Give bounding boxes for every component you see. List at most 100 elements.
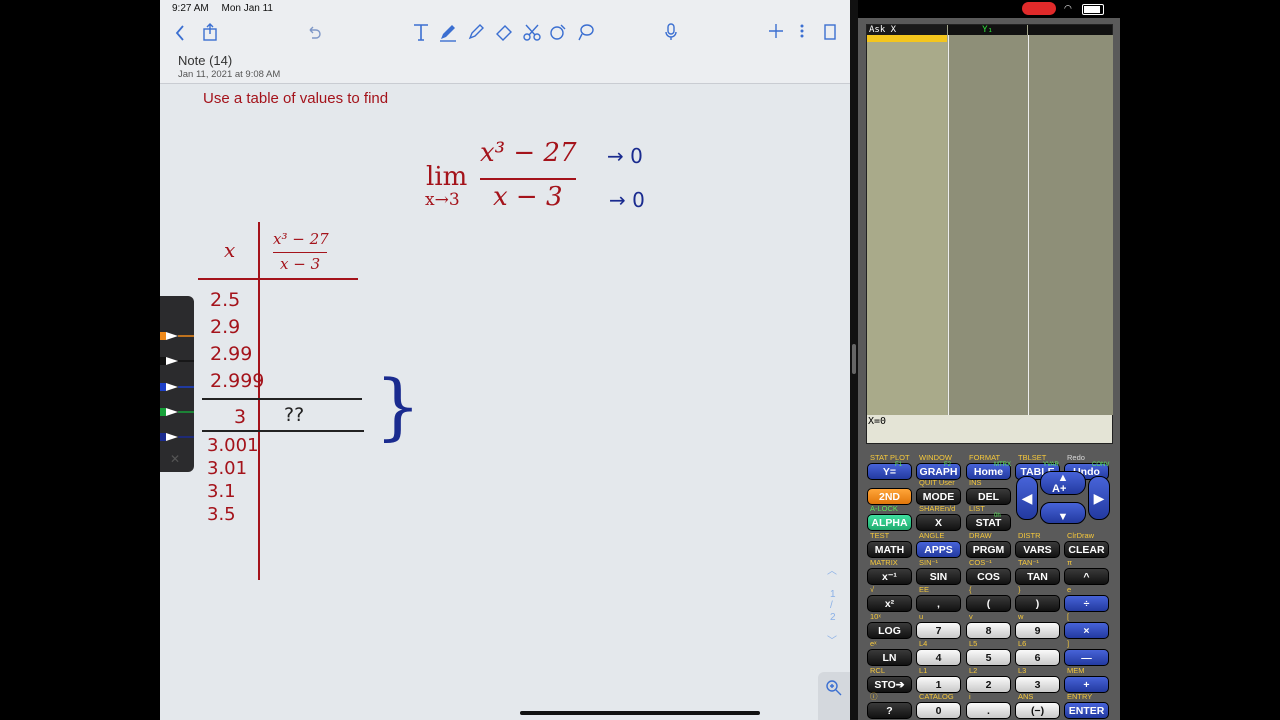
lasso-tool[interactable] — [576, 22, 596, 42]
limit-lim: lim — [426, 162, 468, 192]
key-cos-button[interactable]: COS — [966, 568, 1011, 585]
microphone-button[interactable] — [664, 22, 678, 42]
key--button[interactable]: × — [1064, 622, 1109, 639]
home-indicator — [520, 711, 760, 715]
key--button[interactable]: . — [966, 702, 1011, 719]
key-8-button[interactable]: 8 — [966, 622, 1011, 639]
right-values-list: 3.001 3.01 3.1 3.5 — [207, 434, 259, 526]
key-1-button[interactable]: 1 — [916, 676, 961, 693]
key-5-button[interactable]: 5 — [966, 649, 1011, 666]
key-secondary-label: MATRIX — [870, 558, 898, 567]
numerator-arrow: → 0 — [607, 144, 643, 168]
pages-icon — [824, 24, 836, 40]
table-row-x: 3.1 — [207, 481, 236, 502]
highlighter-tool[interactable] — [466, 22, 486, 42]
key-2nd-button[interactable]: 2ND — [867, 488, 912, 505]
table-row-x: 3.001 — [207, 435, 259, 456]
column-head-y1: Y₁ — [948, 25, 1027, 35]
black-pen-icon[interactable] — [160, 353, 194, 365]
table-row-x: 2.9 — [210, 316, 241, 338]
key-y-button[interactable]: Y= — [867, 463, 912, 480]
orange-pen-icon[interactable] — [160, 328, 194, 340]
add-button[interactable] — [767, 22, 785, 40]
key--button[interactable]: ? — [867, 702, 912, 719]
key-vars-button[interactable]: VARS — [1015, 541, 1060, 558]
key-x-button[interactable]: x² — [867, 595, 912, 612]
key-stat-button[interactable]: STAT — [966, 514, 1011, 531]
dpad-right-button[interactable]: ▶ — [1088, 476, 1110, 520]
key-del-button[interactable]: DEL — [966, 488, 1011, 505]
key-tertiary-label: CONV — [1092, 462, 1110, 468]
key-secondary-label: eˣ — [870, 639, 877, 648]
key--button[interactable]: ) — [1015, 595, 1060, 612]
shapes-tool[interactable] — [548, 22, 568, 42]
key-sto-button[interactable]: STO➔ — [867, 676, 912, 693]
brace: } — [375, 364, 421, 448]
undo-button[interactable] — [306, 24, 322, 40]
key-tan-button[interactable]: TAN — [1015, 568, 1060, 585]
key-ln-button[interactable]: LN — [867, 649, 912, 666]
key-7-button[interactable]: 7 — [916, 622, 961, 639]
blue-pen-icon[interactable] — [160, 379, 194, 391]
key-9-button[interactable]: 9 — [1015, 622, 1060, 639]
key-secondary-label: w — [1018, 612, 1024, 621]
navy-pen-icon[interactable] — [160, 429, 194, 441]
key-0-button[interactable]: 0 — [916, 702, 961, 719]
key-secondary-label: 10ˣ — [870, 612, 881, 621]
key-log-button[interactable]: LOG — [867, 622, 912, 639]
key-6-button[interactable]: 6 — [1015, 649, 1060, 666]
divider-handle[interactable] — [852, 344, 856, 374]
scissors-tool[interactable] — [522, 22, 542, 42]
key-x-button[interactable]: X — [916, 514, 961, 531]
key--button[interactable]: — — [1064, 649, 1109, 666]
share-icon — [203, 23, 217, 41]
key--button[interactable]: ( — [966, 595, 1011, 612]
page-down-icon[interactable]: ﹀ — [827, 632, 837, 647]
key--button[interactable]: ÷ — [1064, 595, 1109, 612]
key-3-button[interactable]: 3 — [1015, 676, 1060, 693]
key-sin-button[interactable]: SIN — [916, 568, 961, 585]
page-up-icon[interactable]: ︿ — [827, 562, 837, 577]
table-vertical-line — [258, 222, 260, 580]
column-x[interactable] — [867, 42, 947, 415]
orange-pen-icon — [160, 332, 194, 340]
green-pen-icon[interactable] — [160, 404, 194, 416]
key-apps-button[interactable]: APPS — [916, 541, 961, 558]
column-3[interactable] — [1028, 35, 1113, 415]
column-y1[interactable] — [948, 35, 1028, 415]
share-button[interactable] — [202, 23, 218, 41]
key-x-button[interactable]: x⁻¹ — [867, 568, 912, 585]
plus-icon — [769, 24, 783, 38]
key-mode-button[interactable]: MODE — [916, 488, 961, 505]
key-2-button[interactable]: 2 — [966, 676, 1011, 693]
key-alpha-button[interactable]: ALPHA — [867, 514, 912, 531]
key--button[interactable]: , — [916, 595, 961, 612]
pages-button[interactable] — [822, 22, 838, 42]
key-secondary-label: CATALOG — [919, 692, 954, 701]
key-math-button[interactable]: MATH — [867, 541, 912, 558]
back-button[interactable] — [174, 24, 186, 42]
key-clear-button[interactable]: CLEAR — [1064, 541, 1109, 558]
zoom-button[interactable] — [818, 672, 850, 720]
note-canvas[interactable]: Use a table of values to find lim x→3 x³… — [160, 84, 850, 720]
key--button[interactable]: + — [1064, 676, 1109, 693]
more-button[interactable] — [799, 22, 805, 40]
key-prgm-button[interactable]: PRGM — [966, 541, 1011, 558]
pen-tool[interactable] — [438, 22, 458, 42]
key-secondary-label: L1 — [919, 666, 928, 675]
key-secondary-label: TAN⁻¹ — [1018, 558, 1039, 567]
key--button[interactable]: ^ — [1064, 568, 1109, 585]
key-secondary-label: √ — [870, 585, 875, 594]
key-4-button[interactable]: 4 — [916, 649, 961, 666]
wifi-icon: ◠ — [1064, 3, 1072, 13]
text-tool[interactable] — [412, 22, 430, 42]
key-enter-button[interactable]: ENTER — [1064, 702, 1109, 719]
chevron-left-icon — [175, 25, 184, 41]
key--button[interactable]: (−) — [1015, 702, 1060, 719]
dpad-down-button[interactable]: ▼ — [1040, 502, 1086, 524]
scissors-icon — [523, 24, 541, 41]
close-tray-icon[interactable]: ✕ — [170, 452, 180, 466]
dpad-left-button[interactable]: ◀ — [1016, 476, 1038, 520]
key-secondary-label: ClrDraw — [1067, 531, 1095, 540]
eraser-tool[interactable] — [494, 22, 514, 42]
